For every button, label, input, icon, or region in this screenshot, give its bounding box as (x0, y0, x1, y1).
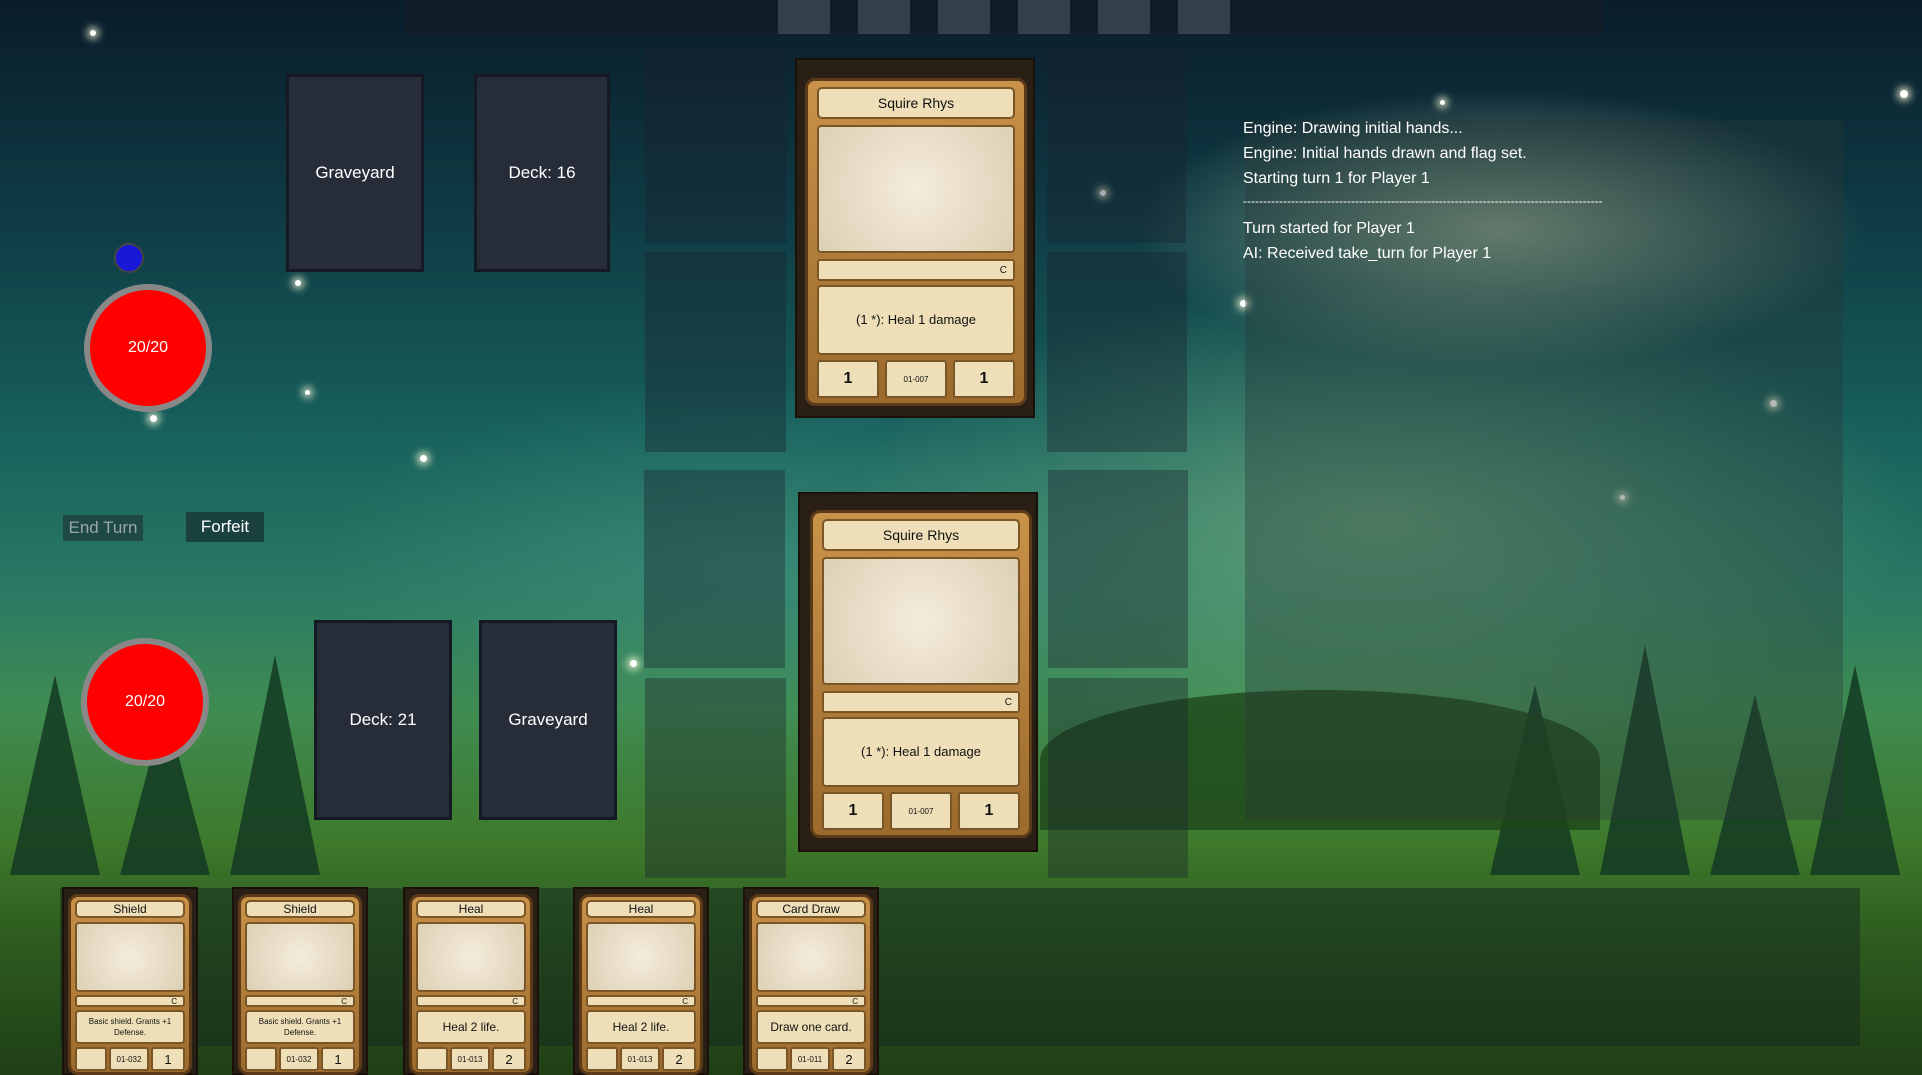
player-life: 20/20 (124, 693, 166, 710)
card-art (817, 125, 1015, 253)
card-stat-left (586, 1047, 618, 1071)
card-rarity: C (756, 995, 866, 1007)
card-art (822, 557, 1020, 685)
forfeit-label: Forfeit (200, 517, 250, 536)
forfeit-button[interactable]: Forfeit (186, 512, 264, 542)
top-bar (405, 0, 1603, 34)
hand-card[interactable]: Shield C Basic shield. Grants +1 Defense… (68, 894, 192, 1075)
player-board-slot[interactable] (644, 470, 785, 668)
top-bar-slot (778, 0, 830, 34)
card-text: (1 *): Heal 1 damage (817, 285, 1015, 355)
card-art (756, 922, 866, 992)
player-board-slot[interactable] (1048, 470, 1188, 668)
end-turn-button[interactable]: End Turn (63, 515, 143, 541)
opponent-life: 20/20 (127, 339, 169, 356)
card-rarity: C (416, 995, 526, 1007)
card-cost: 2 (492, 1047, 526, 1071)
card-art (245, 922, 355, 992)
opponent-graveyard-label: Graveyard (315, 163, 395, 182)
card-defense: 1 (953, 360, 1015, 398)
card-cost: 1 (151, 1047, 185, 1071)
card-id: 01-032 (279, 1047, 319, 1071)
card-stat-left (75, 1047, 107, 1071)
card-title: Shield (245, 900, 355, 918)
opponent-graveyard[interactable]: Graveyard (286, 74, 424, 272)
opponent-board-slot[interactable] (1047, 45, 1186, 243)
card-cost: 2 (662, 1047, 696, 1071)
card-text: Heal 2 life. (586, 1010, 696, 1044)
card-stat-left (245, 1047, 277, 1071)
hand-card[interactable]: Card Draw C Draw one card. 01-011 2 (749, 894, 873, 1075)
card-stat-left (416, 1047, 448, 1071)
card-art (75, 922, 185, 992)
opponent-board-slot[interactable] (1047, 252, 1187, 452)
card-rarity: C (75, 995, 185, 1007)
player-board-card[interactable]: Squire Rhys C (1 *): Heal 1 damage 1 01-… (810, 510, 1032, 838)
card-cost: 2 (832, 1047, 866, 1071)
log-line: Turn started for Player 1 (1243, 220, 1415, 237)
card-rarity: C (586, 995, 696, 1007)
card-attack: 1 (817, 360, 879, 398)
card-attack: 1 (822, 792, 884, 830)
card-defense: 1 (958, 792, 1020, 830)
card-title: Heal (416, 900, 526, 918)
log-line: AI: Received take_turn for Player 1 (1243, 245, 1492, 262)
player-deck[interactable]: Deck: 21 (314, 620, 452, 820)
top-bar-slot (1178, 0, 1230, 34)
log-separator: ----------------------------------------… (1243, 194, 1603, 208)
top-bar-slot (1098, 0, 1150, 34)
opponent-board-slot[interactable] (645, 252, 786, 452)
card-art (586, 922, 696, 992)
turn-indicator (114, 243, 144, 273)
player-graveyard[interactable]: Graveyard (479, 620, 617, 820)
opponent-deck[interactable]: Deck: 16 (474, 74, 610, 272)
hand-card[interactable]: Heal C Heal 2 life. 01-013 2 (409, 894, 533, 1075)
card-cost: 1 (321, 1047, 355, 1071)
log-line: Starting turn 1 for Player 1 (1243, 170, 1430, 187)
card-text: (1 *): Heal 1 damage (822, 717, 1020, 787)
player-board-slot[interactable] (645, 678, 786, 878)
end-turn-label: End Turn (68, 518, 138, 537)
top-bar-slot (1018, 0, 1070, 34)
card-rarity: C (817, 259, 1015, 281)
card-stat-left (756, 1047, 788, 1071)
log-line: Engine: Initial hands drawn and flag set… (1243, 145, 1527, 162)
player-deck-label: Deck: 21 (349, 710, 417, 729)
card-rarity: C (822, 691, 1020, 713)
card-id: 01-011 (790, 1047, 830, 1071)
top-bar-slot (938, 0, 990, 34)
card-text: Heal 2 life. (416, 1010, 526, 1044)
opponent-life-orb: 20/20 (84, 284, 212, 412)
card-text: Basic shield. Grants +1 Defense. (245, 1010, 355, 1044)
top-bar-slot (858, 0, 910, 34)
player-life-orb: 20/20 (81, 638, 209, 766)
hand-card[interactable]: Heal C Heal 2 life. 01-013 2 (579, 894, 703, 1075)
card-id: 01-013 (620, 1047, 660, 1071)
player-graveyard-label: Graveyard (508, 710, 588, 729)
card-title: Squire Rhys (817, 87, 1015, 119)
hand-card[interactable]: Shield C Basic shield. Grants +1 Defense… (238, 894, 362, 1075)
card-id: 01-032 (109, 1047, 149, 1071)
card-title: Heal (586, 900, 696, 918)
player-board-slot[interactable] (1048, 678, 1188, 878)
card-title: Squire Rhys (822, 519, 1020, 551)
card-title: Card Draw (756, 900, 866, 918)
log-line: Engine: Drawing initial hands... (1243, 120, 1463, 137)
card-id: 01-007 (890, 792, 952, 830)
card-id: 01-013 (450, 1047, 490, 1071)
card-id: 01-007 (885, 360, 947, 398)
opponent-board-card[interactable]: Squire Rhys C (1 *): Heal 1 damage 1 01-… (805, 78, 1027, 406)
card-title: Shield (75, 900, 185, 918)
opponent-board-slot[interactable] (645, 45, 786, 243)
card-art (416, 922, 526, 992)
card-text: Draw one card. (756, 1010, 866, 1044)
card-rarity: C (245, 995, 355, 1007)
opponent-deck-label: Deck: 16 (508, 163, 576, 182)
card-text: Basic shield. Grants +1 Defense. (75, 1010, 185, 1044)
